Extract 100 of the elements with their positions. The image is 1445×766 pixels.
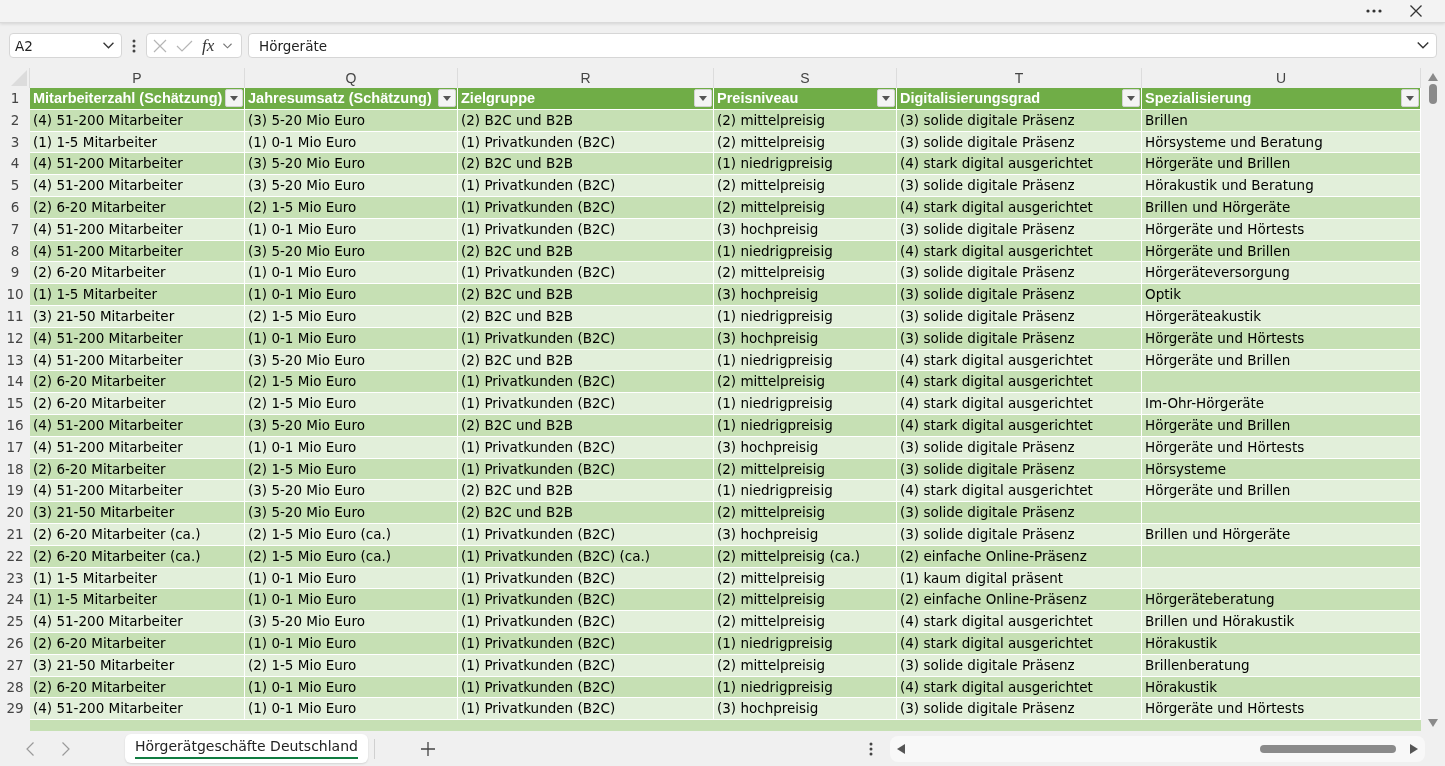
filter-button[interactable] <box>1401 89 1419 108</box>
table-cell: (2) mittelpreisig <box>714 197 897 219</box>
table-cell: Hörgeräteversorgung <box>1142 262 1421 285</box>
filter-button[interactable] <box>694 89 712 108</box>
table-cell: Hörgeräteakustik <box>1142 305 1421 328</box>
sheet-tab[interactable]: Hörgerätgeschäfte Deutschland <box>125 734 368 763</box>
close-icon[interactable] <box>1410 5 1422 17</box>
table-cell: (4) stark digital ausgerichtet <box>897 197 1142 219</box>
table-cell: (3) solide digitale Präsenz <box>897 436 1142 459</box>
table-cell: (2) mittelpreisig <box>714 262 897 285</box>
table-cell: Hörgeräteberatung <box>1142 589 1421 612</box>
table-cell: (3) 5-20 Mio Euro <box>245 414 458 437</box>
table-cell: (4) 51-200 Mitarbeiter <box>30 109 245 132</box>
table-cell: (1) 0-1 Mio Euro <box>245 131 458 154</box>
scroll-right-icon[interactable] <box>1410 743 1418 754</box>
table-cell: Hörakustik und Beratung <box>1142 175 1421 197</box>
table-cell: Hörgeräte und Hörtests <box>1142 436 1421 459</box>
filter-button[interactable] <box>1122 89 1140 108</box>
filter-button[interactable] <box>877 89 895 108</box>
table-cell: (2) mittelpreisig <box>714 458 897 481</box>
table-cell: (2) 6-20 Mitarbeiter <box>30 262 245 285</box>
table-cell: (2) 1-5 Mio Euro <box>245 458 458 481</box>
horizontal-scrollbar[interactable] <box>890 735 1425 762</box>
table-cell: (4) 51-200 Mitarbeiter <box>30 414 245 437</box>
table-cell: (4) stark digital ausgerichtet <box>897 676 1142 699</box>
table-cell: (2) einfache Online-Präsenz <box>897 545 1142 568</box>
table-cell: (1) 0-1 Mio Euro <box>245 698 458 721</box>
table-cell: (1) Privatkunden (B2C) <box>458 327 714 350</box>
insert-function-button[interactable]: fx <box>202 35 215 56</box>
filter-button[interactable] <box>225 89 243 108</box>
table-cell: (4) stark digital ausgerichtet <box>897 349 1142 372</box>
scroll-left-icon[interactable] <box>897 743 905 754</box>
header-label: Jahresumsatz (Schätzung) <box>248 90 432 107</box>
table-cell: (2) 6-20 Mitarbeiter (ca.) <box>30 545 245 568</box>
table-cell: (3) 5-20 Mio Euro <box>245 109 458 132</box>
table-cell: (1) niedrigpreisig <box>714 153 897 176</box>
filter-button[interactable] <box>438 89 456 108</box>
table-cell: (2) 1-5 Mio Euro <box>245 654 458 677</box>
table-cell: (1) niedrigpreisig <box>714 676 897 699</box>
more-icon[interactable] <box>1366 9 1382 13</box>
table-cell: (1) Privatkunden (B2C) <box>458 698 714 721</box>
table-cell: (1) 1-5 Mitarbeiter <box>30 567 245 590</box>
table-cell: (2) B2C und B2B <box>458 153 714 176</box>
vertical-more-icon[interactable] <box>132 38 136 53</box>
table-cell: (1) niedrigpreisig <box>714 240 897 263</box>
table-cell: (2) B2C und B2B <box>458 414 714 437</box>
formula-field[interactable]: Hörgeräte <box>248 33 1437 58</box>
table-cell: (1) Privatkunden (B2C) <box>458 393 714 415</box>
chevron-down-icon[interactable] <box>223 42 233 49</box>
table-cell: (4) 51-200 Mitarbeiter <box>30 175 245 197</box>
table-cell: (1) Privatkunden (B2C) <box>458 262 714 285</box>
table-cell: (3) hochpreisig <box>714 698 897 721</box>
plus-icon[interactable] <box>420 741 435 756</box>
table-cell: (1) Privatkunden (B2C) <box>458 611 714 633</box>
table-cell: (1) niedrigpreisig <box>714 393 897 415</box>
table-cell: (3) 21-50 Mitarbeiter <box>30 502 245 524</box>
check-icon[interactable] <box>176 39 193 52</box>
header-label: Zielgruppe <box>461 90 536 107</box>
table-cell: (4) 51-200 Mitarbeiter <box>30 611 245 633</box>
scroll-down-icon[interactable] <box>1428 719 1438 727</box>
table-cell: (2) B2C und B2B <box>458 349 714 372</box>
table-cell: (1) niedrigpreisig <box>714 480 897 503</box>
table-cell: (2) 6-20 Mitarbeiter <box>30 371 245 394</box>
name-box[interactable]: A2 <box>9 33 122 58</box>
table-cell: (3) 5-20 Mio Euro <box>245 502 458 524</box>
chevron-down-icon <box>103 42 114 49</box>
table-cell: (2) 1-5 Mio Euro (ca.) <box>245 523 458 546</box>
table-cell: (3) solide digitale Präsenz <box>897 131 1142 154</box>
table-cell: Optik <box>1142 284 1421 306</box>
table-cell: (4) 51-200 Mitarbeiter <box>30 153 245 176</box>
table-cell: Hörgeräte und Brillen <box>1142 349 1421 372</box>
table-cell: (1) 0-1 Mio Euro <box>245 632 458 655</box>
table-cell: (3) solide digitale Präsenz <box>897 305 1142 328</box>
scroll-up-icon[interactable] <box>1428 73 1438 81</box>
table-cell: (4) stark digital ausgerichtet <box>897 393 1142 415</box>
table-cell: (3) 21-50 Mitarbeiter <box>30 654 245 677</box>
table-cell: (1) niedrigpreisig <box>714 349 897 372</box>
table-cell: (2) 6-20 Mitarbeiter <box>30 393 245 415</box>
header-label: Spezialisierung <box>1145 90 1252 107</box>
table-cell: (1) 0-1 Mio Euro <box>245 567 458 590</box>
table-cell: (2) 1-5 Mio Euro (ca.) <box>245 545 458 568</box>
table-cell: (1) 1-5 Mitarbeiter <box>30 284 245 306</box>
table-cell: (1) Privatkunden (B2C) <box>458 589 714 612</box>
table-cell: Brillenberatung <box>1142 654 1421 677</box>
table-cell: (3) solide digitale Präsenz <box>897 327 1142 350</box>
table-cell: (1) Privatkunden (B2C) (ca.) <box>458 545 714 568</box>
scrollbar-thumb[interactable] <box>1260 744 1396 753</box>
table-cell: (1) Privatkunden (B2C) <box>458 567 714 590</box>
table-cell: (1) 0-1 Mio Euro <box>245 327 458 350</box>
table-cell: (2) mittelpreisig <box>714 109 897 132</box>
header-label: Mitarbeiterzahl (Schätzung) <box>33 90 223 107</box>
table-cell: Hörgeräte und Hörtests <box>1142 218 1421 241</box>
table-cell: (1) Privatkunden (B2C) <box>458 175 714 197</box>
vertical-more-icon[interactable] <box>869 741 873 756</box>
table-cell: (1) niedrigpreisig <box>714 632 897 655</box>
table-cell: (3) 21-50 Mitarbeiter <box>30 305 245 328</box>
scrollbar-thumb[interactable] <box>1429 84 1437 104</box>
table-cell: (2) 1-5 Mio Euro <box>245 197 458 219</box>
table-cell: Hörgeräte und Brillen <box>1142 414 1421 437</box>
table-cell: (3) solide digitale Präsenz <box>897 175 1142 197</box>
